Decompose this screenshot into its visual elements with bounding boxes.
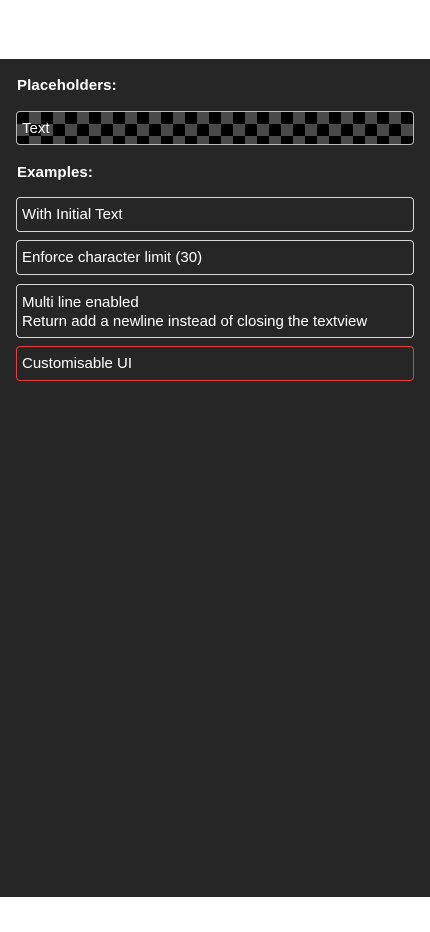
character-limit-field[interactable]: Enforce character limit (30): [16, 240, 414, 275]
multiline-line-2: Return add a newline instead of closing …: [22, 313, 368, 330]
placeholders-heading: Placeholders:: [17, 77, 117, 94]
examples-heading: Examples:: [17, 164, 93, 181]
app-screen: Placeholders: Text Examples: With Initia…: [0, 0, 430, 932]
placeholder-text-value: Text: [22, 119, 50, 137]
placeholder-text-field[interactable]: Text: [16, 111, 414, 145]
customisable-ui-value: Customisable UI: [22, 355, 133, 372]
content-panel: Placeholders: Text Examples: With Initia…: [0, 59, 430, 897]
customisable-ui-field[interactable]: Customisable UI: [16, 346, 414, 381]
character-limit-value: Enforce character limit (30): [22, 249, 203, 266]
initial-text-value: With Initial Text: [22, 206, 123, 223]
multiline-text-view[interactable]: Multi line enabled Return add a newline …: [16, 284, 414, 338]
multiline-line-1: Multi line enabled: [22, 294, 139, 311]
initial-text-field[interactable]: With Initial Text: [16, 197, 414, 232]
